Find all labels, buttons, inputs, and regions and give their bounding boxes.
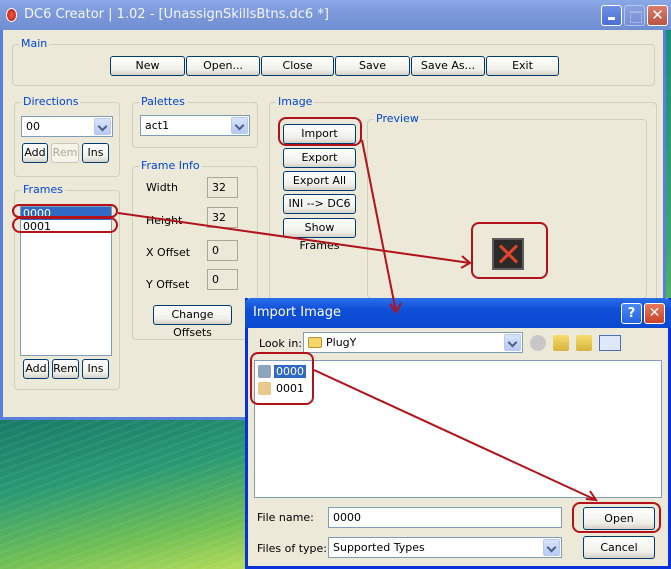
file-item-0001[interactable]: 0001 [256, 381, 306, 396]
close-file-button[interactable]: Close [261, 56, 334, 76]
frame-rem-button[interactable]: Rem [52, 359, 79, 379]
view-menu-icon[interactable] [599, 335, 621, 351]
height-value: 32 [207, 207, 238, 228]
frame-ins-button[interactable]: Ins [82, 359, 109, 379]
preview-label: Preview [374, 112, 421, 125]
help-button[interactable]: ? [621, 303, 642, 324]
dialog-close-button[interactable]: ✕ [644, 303, 665, 324]
dialog-title: Import Image [253, 305, 341, 320]
file-item-0000[interactable]: 0000 [256, 364, 306, 379]
palette-value: act1 [145, 119, 170, 132]
export-button[interactable]: Export [283, 148, 356, 168]
export-all-button[interactable]: Export All [283, 171, 356, 191]
file-name-0000: 0000 [274, 365, 306, 378]
file-name-label: File name: [257, 511, 314, 524]
chevron-down-icon[interactable] [94, 118, 111, 135]
width-label: Width [146, 181, 178, 194]
look-in-label: Look in: [259, 337, 302, 350]
window-title: DC6 Creator | 1.02 - [UnassignSkillsBtns… [24, 7, 329, 22]
title-bar[interactable]: DC6 Creator | 1.02 - [UnassignSkillsBtns… [0, 0, 671, 30]
chevron-down-icon[interactable] [231, 117, 248, 134]
back-icon[interactable] [530, 335, 546, 351]
open-button[interactable]: Open... [186, 56, 260, 76]
x-offset-value: 0 [207, 240, 238, 261]
frame-item-0001[interactable]: 0001 [21, 220, 111, 233]
direction-add-button[interactable]: Add [22, 143, 48, 163]
direction-value: 00 [26, 120, 40, 133]
up-folder-icon[interactable] [553, 335, 569, 351]
frame-item-0000[interactable]: 0000 [21, 207, 111, 220]
chevron-down-icon[interactable] [504, 334, 521, 351]
directions-group: Directions [14, 95, 120, 177]
height-label: Height [146, 214, 183, 227]
direction-rem-button[interactable]: Rem [51, 143, 79, 163]
image-file-icon [258, 382, 271, 395]
folder-icon [308, 337, 322, 348]
file-type-select[interactable]: Supported Types [328, 537, 562, 558]
exit-button[interactable]: Exit [486, 56, 559, 76]
close-button[interactable]: ✕ [647, 5, 668, 26]
cancel-button[interactable]: Cancel [583, 536, 655, 559]
maximize-button[interactable] [624, 5, 645, 26]
file-name-input[interactable]: 0000 [328, 507, 562, 528]
frame-info-label: Frame Info [139, 159, 202, 172]
frames-label: Frames [21, 183, 66, 196]
dialog-title-bar[interactable]: Import Image ? ✕ [245, 298, 671, 328]
show-frames-button[interactable]: Show Frames [283, 218, 356, 252]
look-in-value: PlugY [326, 336, 357, 349]
y-offset-value: 0 [207, 269, 238, 290]
file-type-value: Supported Types [333, 541, 425, 554]
new-folder-icon[interactable] [576, 335, 592, 351]
chevron-down-icon[interactable] [543, 539, 560, 556]
files-of-type-label: Files of type: [257, 542, 328, 555]
save-as-button[interactable]: Save As... [411, 56, 485, 76]
direction-select[interactable]: 00 [21, 116, 113, 137]
x-offset-label: X Offset [146, 246, 191, 259]
file-list[interactable] [254, 360, 662, 498]
direction-ins-button[interactable]: Ins [82, 143, 109, 163]
look-in-select[interactable]: PlugY [303, 332, 523, 353]
palettes-label: Palettes [139, 95, 187, 108]
directions-label: Directions [21, 95, 81, 108]
new-button[interactable]: New [110, 56, 185, 76]
file-name-0001: 0001 [276, 382, 304, 395]
width-value: 32 [207, 177, 238, 198]
open-dialog-button[interactable]: Open [583, 507, 655, 530]
minimize-button[interactable] [601, 5, 622, 26]
frame-add-button[interactable]: Add [23, 359, 49, 379]
frames-list[interactable]: 0000 0001 [20, 206, 112, 356]
ini-to-dc6-button[interactable]: INI --> DC6 [283, 194, 356, 214]
image-label: Image [276, 95, 315, 108]
preview-group: Preview [367, 112, 647, 299]
save-button[interactable]: Save [335, 56, 410, 76]
desktop-wallpaper [0, 418, 250, 569]
change-offsets-button[interactable]: Change Offsets [153, 305, 232, 339]
image-file-icon [258, 365, 271, 378]
preview-image [492, 238, 524, 270]
app-icon [6, 8, 17, 22]
palette-select[interactable]: act1 [140, 115, 250, 136]
y-offset-label: Y Offset [146, 278, 190, 291]
import-button[interactable]: Import [283, 124, 356, 144]
main-group-label: Main [19, 37, 50, 50]
